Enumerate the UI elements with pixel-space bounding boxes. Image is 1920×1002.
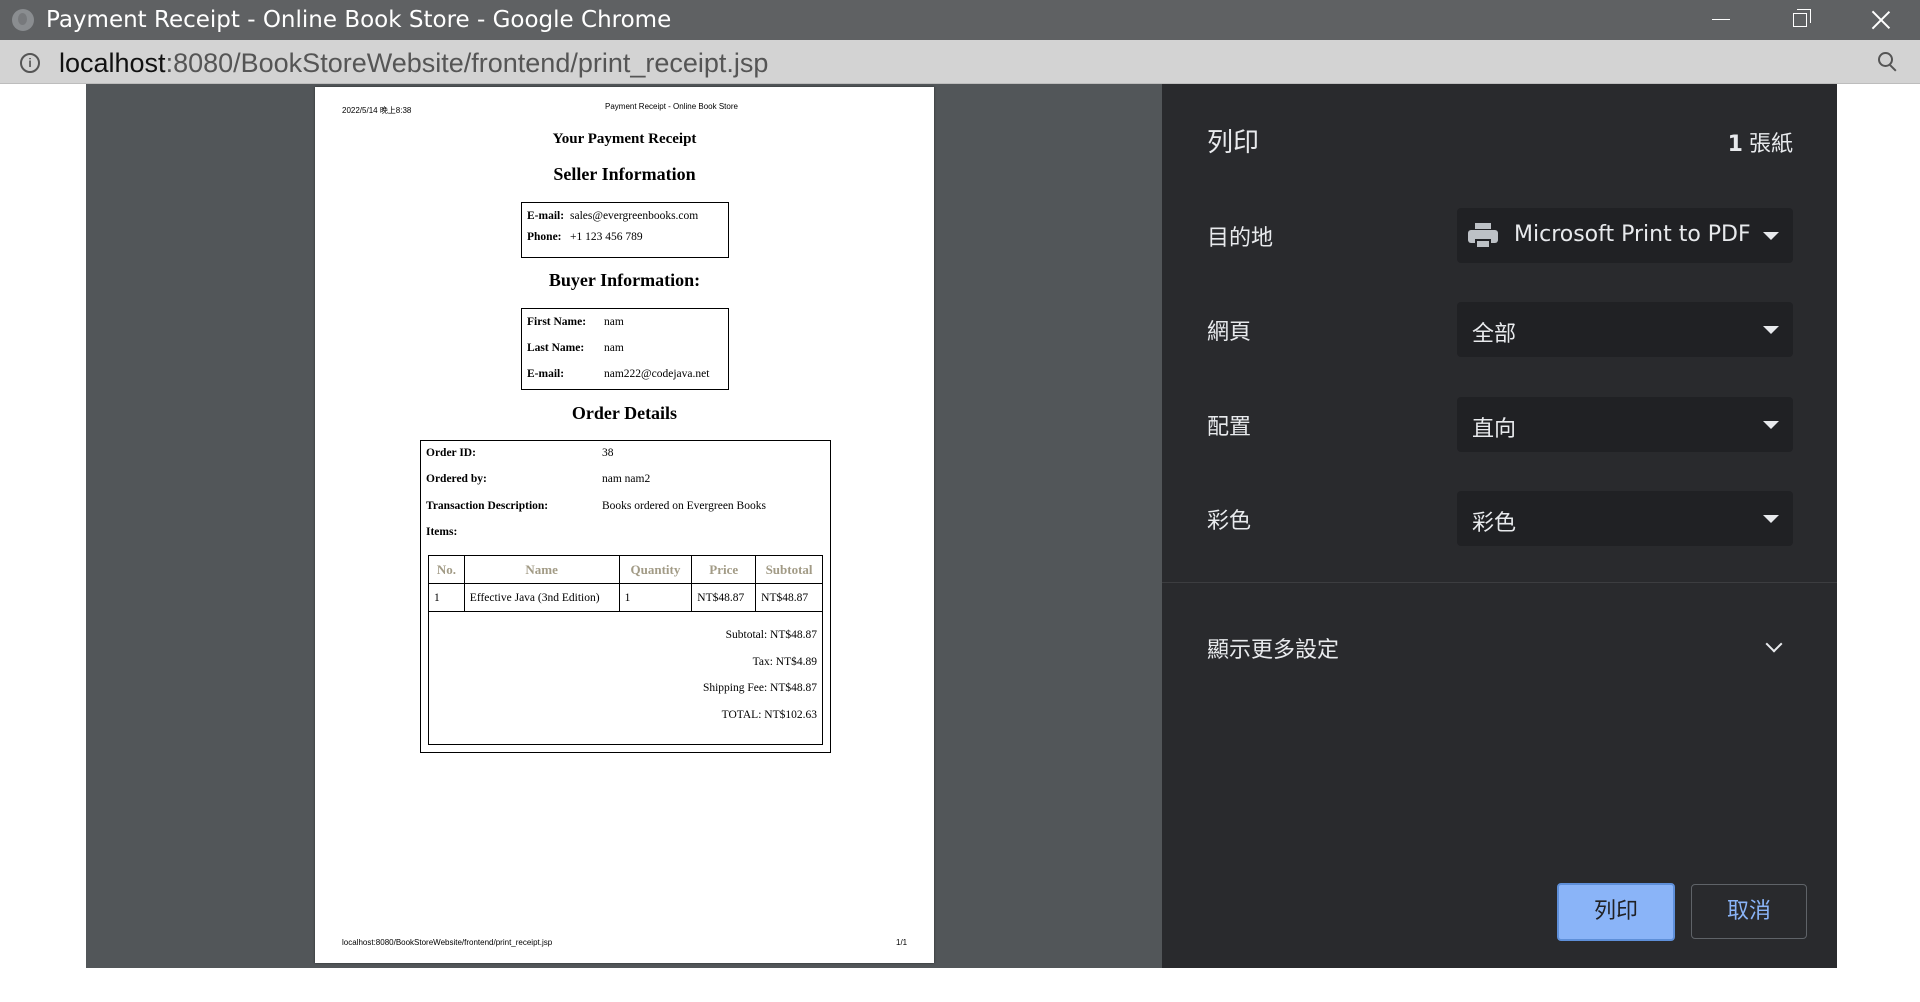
- page-header-title: Payment Receipt - Online Book Store: [605, 102, 738, 111]
- seller-email-label: E-mail:: [527, 210, 565, 222]
- buyer-last-name: nam: [604, 342, 624, 354]
- zoom-icon[interactable]: [1878, 52, 1898, 72]
- color-label: 彩色: [1207, 509, 1252, 534]
- ordered-by-label: Ordered by:: [426, 473, 487, 485]
- subtotal-text: Subtotal: NT$48.87: [725, 629, 817, 641]
- col-header-price: Price: [691, 555, 757, 584]
- item-quantity: 1: [618, 583, 693, 612]
- buyer-email-label: E-mail:: [527, 368, 565, 380]
- chevron-down-icon[interactable]: [1765, 635, 1783, 653]
- layout-select[interactable]: 直向: [1457, 397, 1793, 452]
- seller-phone-label: Phone:: [527, 231, 562, 243]
- destination-value: Microsoft Print to PDF: [1514, 222, 1751, 247]
- color-value: 彩色: [1472, 511, 1517, 536]
- buyer-email: nam222@codejava.net: [604, 368, 710, 380]
- shipping-text: Shipping Fee: NT$48.87: [702, 682, 817, 694]
- dropdown-arrow-icon: [1763, 232, 1779, 240]
- col-header-subtotal: Subtotal: [755, 555, 823, 584]
- print-settings-panel: 列印 1 張紙 目的地 Microsoft Print to PDF 網頁 全部 …: [1162, 84, 1837, 968]
- printer-icon: [1468, 223, 1498, 249]
- items-label: Items:: [426, 526, 458, 538]
- print-title: 列印: [1207, 128, 1260, 158]
- order-details-table: Order ID: 38 Ordered by: nam nam2 Transa…: [420, 440, 831, 753]
- address-bar: i localhost:8080/BookStoreWebsite/fronte…: [0, 40, 1920, 84]
- pages-label: 網頁: [1207, 320, 1252, 345]
- close-window-button[interactable]: [1840, 0, 1920, 40]
- url-field[interactable]: localhost:8080/BookStoreWebsite/frontend…: [59, 48, 768, 78]
- sheet-count-unit: 張紙: [1748, 132, 1793, 157]
- receipt-heading: Your Payment Receipt: [552, 131, 697, 147]
- pages-select[interactable]: 全部: [1457, 302, 1793, 357]
- pages-value: 全部: [1472, 322, 1517, 347]
- buyer-last-name-label: Last Name:: [527, 342, 585, 354]
- minimize-button[interactable]: [1680, 0, 1760, 40]
- page-header-date: 2022/5/14 晚上8:38: [342, 106, 412, 115]
- more-settings-toggle[interactable]: 顯示更多設定: [1207, 632, 1339, 664]
- window-title: Payment Receipt - Online Book Store - Go…: [46, 7, 672, 33]
- url-path: :8080/BookStoreWebsite/frontend/print_re…: [165, 48, 769, 78]
- tax-text: Tax: NT$4.89: [752, 656, 817, 668]
- ordered-by: nam nam2: [602, 473, 651, 485]
- seller-info-table: E-mail: sales@evergreenbooks.com Phone: …: [521, 202, 729, 258]
- page-globe-icon: [12, 9, 34, 31]
- table-row: 1 Effective Java (3nd Edition) 1 NT$48.8…: [428, 583, 823, 612]
- buyer-info-table: First Name: nam Last Name: nam E-mail: n…: [521, 308, 729, 390]
- order-id: 38: [602, 447, 614, 459]
- buyer-heading: Buyer Information:: [548, 270, 701, 290]
- items-table: No. Name Quantity Price Subtotal 1 Effec…: [428, 555, 823, 612]
- buyer-first-name-label: First Name:: [527, 316, 587, 328]
- layout-value: 直向: [1472, 417, 1517, 442]
- sheet-count-number: 1: [1727, 132, 1743, 157]
- col-header-no: No.: [428, 555, 465, 584]
- url-host: localhost: [59, 48, 166, 78]
- page-footer-url: localhost:8080/BookStoreWebsite/frontend…: [342, 938, 553, 947]
- color-select[interactable]: 彩色: [1457, 491, 1793, 546]
- description-label: Transaction Description:: [426, 500, 549, 512]
- items-header-row: No. Name Quantity Price Subtotal: [428, 555, 823, 584]
- restore-button[interactable]: [1760, 0, 1840, 40]
- dropdown-arrow-icon: [1763, 515, 1779, 523]
- destination-select[interactable]: Microsoft Print to PDF: [1457, 208, 1793, 263]
- destination-label: 目的地: [1207, 226, 1274, 251]
- layout-label: 配置: [1207, 415, 1252, 440]
- order-heading: Order Details: [571, 403, 678, 423]
- seller-phone: +1 123 456 789: [570, 231, 643, 243]
- cancel-button[interactable]: 取消: [1691, 884, 1807, 939]
- buyer-first-name: nam: [604, 316, 624, 328]
- seller-heading: Seller Information: [553, 164, 696, 184]
- print-preview-area: 2022/5/14 晚上8:38 Payment Receipt - Onlin…: [86, 84, 1162, 968]
- total-text: TOTAL: NT$102.63: [721, 709, 817, 721]
- item-no: 1: [428, 583, 465, 612]
- item-name: Effective Java (3nd Edition): [463, 583, 620, 612]
- order-id-label: Order ID:: [426, 447, 476, 459]
- site-info-icon[interactable]: i: [20, 53, 40, 73]
- totals-section: Subtotal: NT$48.87 Tax: NT$4.89 Shipping…: [428, 611, 823, 745]
- col-header-quantity: Quantity: [618, 555, 693, 584]
- dropdown-arrow-icon: [1763, 421, 1779, 429]
- sheet-count: 1 張紙: [1728, 126, 1793, 158]
- dropdown-arrow-icon: [1763, 326, 1779, 334]
- preview-page: 2022/5/14 晚上8:38 Payment Receipt - Onlin…: [315, 87, 934, 963]
- settings-divider: [1162, 582, 1837, 583]
- window-title-bar: Payment Receipt - Online Book Store - Go…: [0, 0, 1920, 40]
- description: Books ordered on Evergreen Books: [602, 500, 766, 512]
- print-button[interactable]: 列印: [1557, 883, 1675, 941]
- seller-email: sales@evergreenbooks.com: [570, 210, 699, 222]
- item-price: NT$48.87: [691, 583, 757, 612]
- col-header-name: Name: [463, 555, 620, 584]
- page-footer-page-number: 1/1: [896, 938, 908, 947]
- item-subtotal: NT$48.87: [755, 583, 823, 612]
